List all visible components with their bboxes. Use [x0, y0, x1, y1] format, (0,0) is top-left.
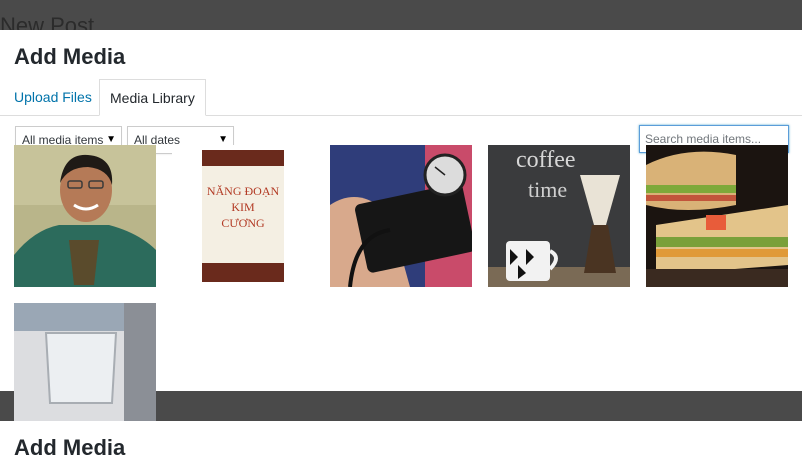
book-title-line-3: CƯƠNG [221, 216, 265, 230]
lower-modal-title: Add Media [14, 435, 126, 460]
coffee-time-image: coffee time [488, 145, 630, 287]
chalkboard-word-2: time [528, 177, 567, 202]
attachment-thumbnail[interactable]: NĂNG ĐOẠN KIM CƯƠNG [172, 145, 314, 287]
book-title-line-1: NĂNG ĐOẠN [207, 184, 280, 198]
lower-modal-header: Add Media [0, 421, 802, 461]
chalkboard-word-1: coffee [516, 147, 576, 173]
tab-upload-files[interactable]: Upload Files [4, 79, 102, 114]
modal-title: Add Media [14, 44, 126, 69]
attachment-thumbnail[interactable] [646, 145, 788, 287]
sandwich-image [646, 145, 788, 287]
blood-pressure-gauge-image [330, 145, 472, 287]
tab-media-library[interactable]: Media Library [99, 79, 206, 116]
book-cover-image: NĂNG ĐOẠN KIM CƯƠNG [172, 145, 314, 287]
attachment-thumbnail[interactable] [14, 145, 156, 287]
attachment-thumbnail[interactable]: coffee time [488, 145, 630, 287]
book-title-line-2: KIM [231, 200, 255, 214]
media-router-tabs: Upload Files Media Library [0, 79, 802, 116]
portrait-man-green-shirt-image [14, 145, 156, 287]
attachment-thumbnail[interactable] [330, 145, 472, 287]
